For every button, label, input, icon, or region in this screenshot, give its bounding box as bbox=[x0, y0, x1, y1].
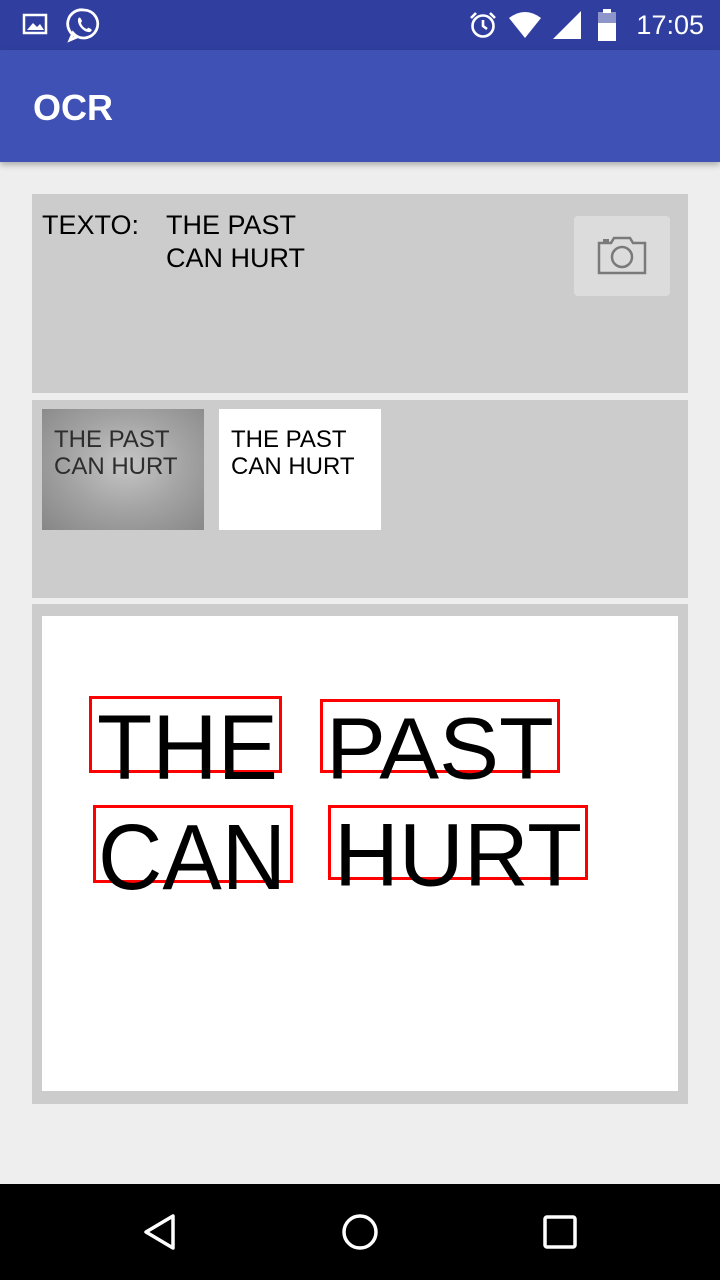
camera-button[interactable] bbox=[574, 216, 670, 296]
detected-word: HURT bbox=[334, 805, 583, 906]
home-icon bbox=[342, 1214, 378, 1250]
detected-word: CAN bbox=[98, 805, 287, 910]
texto-label: TEXTO: bbox=[42, 210, 140, 240]
original-image-thumbnail[interactable]: THE PAST CAN HURT bbox=[42, 409, 204, 530]
whatsapp-icon bbox=[66, 8, 100, 43]
ocr-result-image: THE PAST CAN HURT bbox=[42, 616, 678, 1091]
image-notification-icon bbox=[22, 13, 48, 35]
detected-word: THE bbox=[97, 696, 278, 800]
thumbnail-text: THE PAST CAN HURT bbox=[54, 426, 178, 480]
thumbnail-text: THE PAST CAN HURT bbox=[231, 426, 355, 480]
recognized-text-panel: TEXTO: THE PAST CAN HURT bbox=[32, 194, 688, 393]
recognized-text: THE PAST CAN HURT bbox=[166, 210, 306, 273]
detected-word: PAST bbox=[326, 699, 554, 798]
camera-icon bbox=[597, 236, 647, 275]
result-panel: THE PAST CAN HURT bbox=[32, 604, 688, 1104]
clock: 17:05 bbox=[636, 10, 704, 40]
binarized-image-thumbnail[interactable]: THE PAST CAN HURT bbox=[219, 409, 381, 530]
battery-icon bbox=[598, 9, 616, 41]
home-button[interactable] bbox=[320, 1204, 400, 1260]
status-bar: 17:05 bbox=[0, 0, 720, 50]
wifi-icon bbox=[509, 12, 541, 38]
recents-icon bbox=[543, 1215, 577, 1249]
navigation-bar bbox=[0, 1184, 720, 1280]
signal-icon bbox=[553, 11, 581, 39]
app-bar: OCR bbox=[0, 50, 720, 162]
back-button[interactable] bbox=[120, 1204, 200, 1260]
back-icon bbox=[144, 1214, 175, 1250]
thumbnails-panel: THE PAST CAN HURT THE PAST CAN HURT bbox=[32, 400, 688, 598]
alarm-icon bbox=[470, 12, 496, 38]
recents-button[interactable] bbox=[520, 1204, 600, 1260]
app-title: OCR bbox=[33, 87, 113, 128]
